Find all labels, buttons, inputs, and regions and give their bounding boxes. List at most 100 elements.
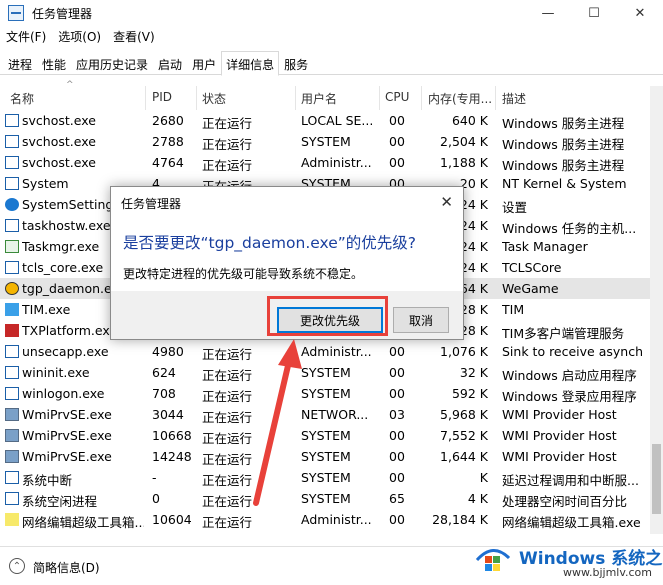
tgp-icon [5,282,19,295]
chevron-up-icon[interactable]: ⌃ [9,558,25,574]
cell-description: TIM多客户端管理服务 [502,326,625,341]
column-header-name[interactable]: 名称 [10,90,34,107]
cell-pid: 3044 [152,407,184,422]
window-icon [5,492,19,505]
cell-username: Administr... [301,512,372,527]
cell-memory: 7,552 K [440,428,488,443]
table-row[interactable]: WmiPrvSE.exe 14248 正在运行 SYSTEM 00 1,644 K WMI … [0,446,650,467]
table-row[interactable]: svchost.exe 2680 正在运行 LOCAL SE... 00 640 K Win… [0,110,650,131]
cell-status: 正在运行 [202,137,253,152]
cell-name: WmiPrvSE.exe [22,407,112,422]
cell-description: 网络编辑超级工具箱.exe [502,515,641,530]
maximize-button[interactable]: ☐ [571,0,617,26]
column-header-row: 名称 PID 状态 用户名 CPU 内存(专用... 描述 [0,86,663,108]
cell-name: 系统空闲进程 [22,494,98,509]
cell-username: SYSTEM [301,386,351,401]
column-divider[interactable] [295,86,296,110]
column-divider[interactable] [145,86,146,110]
table-row[interactable]: WmiPrvSE.exe 10668 正在运行 SYSTEM 00 7,552 K WMI … [0,425,650,446]
cell-username: SYSTEM [301,365,351,380]
table-row[interactable]: svchost.exe 4764 正在运行 Administr... 00 1,188 K… [0,152,650,173]
column-header-description[interactable]: 描述 [502,90,526,107]
tab-app-history[interactable]: 应用历史记录 [71,51,153,75]
cell-pid: 0 [152,491,160,506]
cell-memory: 32 K [459,365,488,380]
cell-description: Task Manager [502,239,588,254]
yellow-icon [5,513,19,526]
cell-description: 处理器空闲时间百分比 [502,494,628,509]
cell-memory: 5,968 K [440,407,488,422]
cancel-button[interactable]: 取消 [393,307,449,333]
cell-description: NT Kernel & System [502,176,627,191]
cell-status: 正在运行 [202,116,253,131]
table-row[interactable]: 网络编辑超级工具箱... 10604 正在运行 Administr... 00 28,18… [0,509,650,530]
column-divider[interactable] [196,86,197,110]
cell-memory: 4 K [467,491,488,506]
cell-cpu: 00 [389,113,405,128]
table-row[interactable]: 系统空闲进程 0 正在运行 SYSTEM 65 4 K 处理器空闲时间百分比 [0,488,650,509]
cell-username: LOCAL SE... [301,113,374,128]
menu-file[interactable]: 文件(F) [6,28,46,48]
column-header-cpu[interactable]: CPU [385,90,409,104]
cell-description: TCLSCore [502,260,562,275]
column-header-pid[interactable]: PID [152,90,172,104]
table-row[interactable]: wininit.exe 624 正在运行 SYSTEM 00 32 K Windows 启动… [0,362,650,383]
cell-name: 系统中断 [22,473,73,488]
menu-options[interactable]: 选项(O) [58,28,101,48]
tab-processes[interactable]: 进程 [3,51,37,75]
cell-pid: 4764 [152,155,184,170]
minimize-button[interactable]: — [525,0,571,26]
cell-username: NETWOR... [301,407,369,422]
tab-details[interactable]: 详细信息 [221,51,280,76]
window-controls: — ☐ ✕ [525,0,663,26]
tab-performance[interactable]: 性能 [37,51,71,75]
table-row[interactable]: WmiPrvSE.exe 3044 正在运行 NETWOR... 03 5,968 K WM… [0,404,650,425]
windows-logo-icon [475,549,511,571]
dialog-close-icon[interactable]: ✕ [440,193,453,211]
cell-name: WmiPrvSE.exe [22,428,112,443]
window-title: 任务管理器 [32,6,93,21]
annotation-arrow-icon [253,339,302,506]
window-icon [5,345,19,358]
close-button[interactable]: ✕ [617,0,663,26]
window-icon [5,471,19,484]
cell-description: WMI Provider Host [502,449,617,464]
column-divider[interactable] [495,86,496,110]
tab-startup[interactable]: 启动 [153,51,187,75]
column-header-username[interactable]: 用户名 [301,90,337,107]
fewer-details-link[interactable]: 简略信息(D) [33,559,100,576]
cell-cpu: 00 [389,386,405,401]
cell-description: Sink to receive asynch... [502,344,644,359]
table-row[interactable]: unsecapp.exe 4980 正在运行 Administr... 00 1,076 … [0,341,650,362]
column-header-memory[interactable]: 内存(专用... [428,90,492,107]
menu-bar: 文件(F) 选项(O) 查看(V) [0,28,155,48]
table-row[interactable]: winlogon.exe 708 正在运行 SYSTEM 00 592 K Windows … [0,383,650,404]
tab-users[interactable]: 用户 [187,51,221,75]
cell-cpu: 00 [389,155,405,170]
table-row[interactable]: 系统中断 - 正在运行 SYSTEM 00 K 延迟过程调用和中断服... [0,467,650,488]
cell-status: 正在运行 [202,158,253,173]
cell-pid: - [152,470,157,485]
menu-view[interactable]: 查看(V) [113,28,155,48]
tab-services[interactable]: 服务 [279,51,313,75]
watermark-url: www.bjjmlv.com [563,566,652,579]
wmi-icon [5,429,19,442]
column-divider[interactable] [421,86,422,110]
cell-pid: 708 [152,386,176,401]
scrollbar-thumb[interactable] [652,444,661,514]
column-divider[interactable] [379,86,380,110]
cell-name: wininit.exe [22,365,90,380]
highlight-box [267,296,388,336]
tx-icon [5,324,19,337]
cell-description: 延迟过程调用和中断服... [502,473,639,488]
cell-username: SYSTEM [301,134,351,149]
table-row[interactable]: svchost.exe 2788 正在运行 SYSTEM 00 2,504 K Window… [0,131,650,152]
cell-description: Windows 服务主进程 [502,158,625,173]
wmi-icon [5,408,19,421]
cell-status: 正在运行 [202,515,253,530]
column-header-status[interactable]: 状态 [202,90,226,107]
cell-memory: 1,076 K [440,344,488,359]
window-icon [5,177,19,190]
window-icon [5,135,19,148]
gear-icon [5,198,19,211]
